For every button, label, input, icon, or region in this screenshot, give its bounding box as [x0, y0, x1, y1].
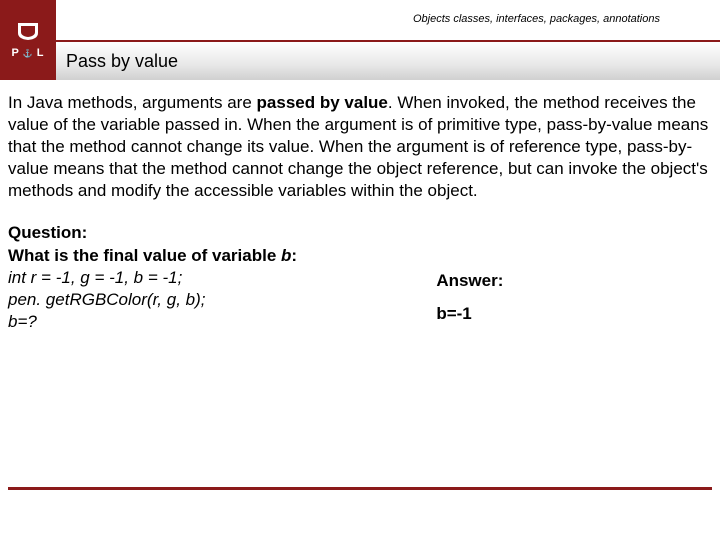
slide-title: Pass by value [66, 51, 178, 72]
question-label: Question: [8, 222, 416, 244]
question-code1: int r = -1, g = -1, b = -1; [8, 267, 416, 289]
slide-header: P ⚓ L Objects classes, interfaces, packa… [0, 0, 720, 80]
qa-row: Question: What is the final value of var… [8, 222, 712, 332]
breadcrumb-text: Objects classes, interfaces, packages, a… [413, 13, 660, 26]
question-column: Question: What is the final value of var… [8, 222, 416, 332]
q1-post: : [291, 246, 297, 265]
intro-bold: passed by value [257, 93, 388, 112]
logo-letters: P ⚓ L [11, 47, 44, 59]
intro-pre: In Java methods, arguments are [8, 93, 257, 112]
q1-pre: What is the final value of variable [8, 246, 281, 265]
question-code3: b=? [8, 311, 416, 333]
breadcrumb: Objects classes, interfaces, packages, a… [56, 0, 720, 40]
intro-paragraph: In Java methods, arguments are passed by… [8, 92, 712, 202]
logo-mid-icon: ⚓ [23, 49, 34, 58]
shield-icon [15, 21, 41, 41]
question-code2: pen. getRGBColor(r, g, b); [8, 289, 416, 311]
question-line1: What is the final value of variable b: [8, 245, 416, 267]
answer-column: Answer: b=-1 [416, 222, 712, 332]
institution-logo: P ⚓ L [0, 0, 56, 80]
header-right: Objects classes, interfaces, packages, a… [56, 0, 720, 80]
q1-b: b [281, 246, 291, 265]
answer-label: Answer: [436, 270, 712, 292]
slide-title-bar: Pass by value [56, 40, 720, 80]
slide-content: In Java methods, arguments are passed by… [0, 80, 720, 333]
logo-letter-right: L [37, 47, 45, 59]
footer-divider [8, 487, 712, 490]
answer-value: b=-1 [436, 303, 712, 325]
logo-letter-left: P [11, 47, 19, 59]
